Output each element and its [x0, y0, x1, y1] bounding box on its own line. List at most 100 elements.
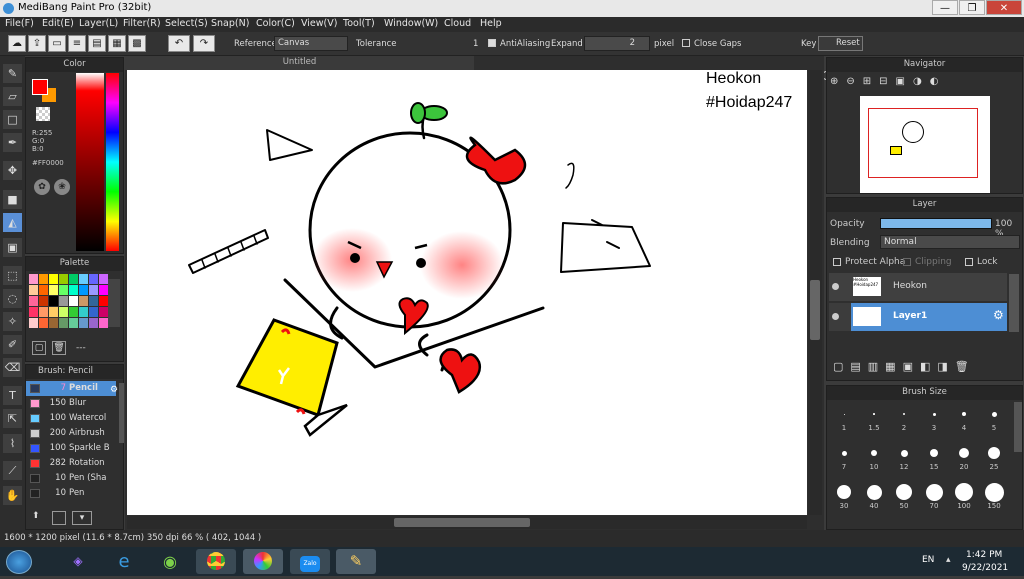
start-button-icon[interactable] [6, 550, 32, 574]
palette-swatch[interactable] [29, 318, 38, 328]
brush-size-option[interactable]: 50 [889, 482, 919, 510]
brush-item[interactable]: 200 Airbrush [26, 426, 116, 441]
menu-color[interactable]: Color(C) [256, 18, 295, 29]
palette-swatch[interactable] [49, 274, 58, 284]
brush-size-option[interactable]: 10 [859, 443, 889, 471]
palette-swatch[interactable] [69, 307, 78, 317]
palette-swatch[interactable] [49, 296, 58, 306]
eraser-tool-icon[interactable]: ▱ [3, 87, 22, 106]
brush-size-option[interactable]: 7 [829, 443, 859, 471]
menu-window[interactable]: Window(W) [384, 18, 438, 29]
brush-size-option[interactable]: 20 [949, 443, 979, 471]
palette-swatch[interactable] [39, 318, 48, 328]
brush-size-option[interactable]: 1 [829, 404, 859, 432]
brush-size-option[interactable]: 70 [919, 482, 949, 510]
horizontal-scroll-thumb[interactable] [394, 518, 530, 527]
document-icon[interactable]: ▤ [88, 35, 106, 52]
vertical-scroll-thumb[interactable] [810, 280, 820, 340]
brush-size-option[interactable]: 30 [829, 482, 859, 510]
material-icon[interactable]: ▦ [108, 35, 126, 52]
expand-input[interactable]: 2 [584, 36, 650, 51]
brush-size-option[interactable]: 4 [949, 404, 979, 432]
antialias-checkbox[interactable] [488, 39, 496, 47]
grid-icon[interactable]: ▩ [128, 35, 146, 52]
brush-size-option[interactable]: 2 [889, 404, 919, 432]
select-eraser-tool-icon[interactable]: ⌫ [3, 358, 22, 377]
brush-size-option[interactable]: 3 [919, 404, 949, 432]
layer-scrollbar[interactable] [1009, 274, 1019, 332]
layer-row-layer1[interactable]: Layer1 ⚙ [829, 303, 1007, 331]
palette-scrollbar[interactable] [108, 279, 120, 327]
clock-time[interactable]: 1:42 PM [966, 550, 1002, 560]
palette-swatch[interactable] [49, 318, 58, 328]
hand-tool-icon[interactable]: ✋ [3, 486, 22, 505]
color-set-icon[interactable]: ❀ [54, 179, 70, 195]
palette-swatch[interactable] [79, 274, 88, 284]
redo-icon[interactable]: ↷ [193, 35, 215, 52]
transparent-color-swatch[interactable] [36, 107, 50, 121]
palette-swatch[interactable] [79, 296, 88, 306]
clipping-checkbox[interactable] [903, 258, 911, 266]
reference-select[interactable]: Canvas [274, 36, 348, 51]
navigator-thumbnail[interactable] [860, 96, 990, 193]
menu-edit[interactable]: Edit(E) [42, 18, 74, 29]
add-brush-icon[interactable]: ⬆ [32, 511, 46, 525]
brush-settings-gear-icon[interactable]: ⚙ [110, 385, 118, 395]
share-icon[interactable]: ⇪ [28, 35, 46, 52]
zalo-icon[interactable]: Zalo [290, 549, 330, 574]
medibang-taskbar-icon[interactable]: ✎ [336, 549, 376, 574]
palette-swatch[interactable] [29, 296, 38, 306]
fill-shape-tool-icon[interactable]: ■ [3, 190, 22, 209]
menu-view[interactable]: View(V) [301, 18, 337, 29]
restore-button[interactable]: ❐ [959, 0, 985, 15]
brush-size-option[interactable]: 25 [979, 443, 1009, 471]
palette-swatch[interactable] [39, 296, 48, 306]
color-picker-app-icon[interactable] [243, 549, 283, 574]
menu-file[interactable]: File(F) [5, 18, 34, 29]
color-wheel-icon[interactable]: ✿ [34, 179, 50, 195]
menu-layer[interactable]: Layer(L) [79, 18, 118, 29]
lock-checkbox[interactable] [965, 258, 973, 266]
palette-swatch[interactable] [29, 274, 38, 284]
internet-explorer-icon[interactable]: e [104, 549, 144, 574]
palette-swatch[interactable] [59, 307, 68, 317]
palette-swatch[interactable] [39, 274, 48, 284]
layer-row-heokon[interactable]: Heokon #Hoidap247 Heokon [829, 273, 1007, 301]
brush-menu-icon[interactable]: ▾ [72, 511, 92, 525]
menu-filter[interactable]: Filter(R) [123, 18, 161, 29]
palette-swatch[interactable] [49, 307, 58, 317]
palette-swatch[interactable] [39, 285, 48, 295]
brush-item[interactable]: 100 Watercol [26, 411, 116, 426]
palette-swatch[interactable] [89, 307, 98, 317]
palette-swatch[interactable] [79, 285, 88, 295]
opacity-slider[interactable] [880, 218, 992, 229]
new-palette-icon[interactable]: ▢ [32, 341, 46, 355]
brush-size-option[interactable]: 15 [919, 443, 949, 471]
palette-swatch[interactable] [59, 318, 68, 328]
brush-item[interactable]: 282 Rotation [26, 456, 116, 471]
saturation-brightness-field[interactable] [76, 73, 104, 251]
bucket-tool-icon[interactable]: ◭ [3, 213, 22, 232]
comment-icon[interactable]: ▭ [48, 35, 66, 52]
palette-swatch[interactable] [59, 285, 68, 295]
magic-wand-tool-icon[interactable]: ✧ [3, 312, 22, 331]
note-icon[interactable]: ≡ [68, 35, 86, 52]
brush-size-option[interactable]: 1.5 [859, 404, 889, 432]
palette-swatch[interactable] [69, 318, 78, 328]
tray-arrow-icon[interactable]: ▴ [946, 555, 951, 565]
brush-scrollbar[interactable] [119, 383, 124, 443]
palette-swatch[interactable] [59, 296, 68, 306]
new-brush-icon[interactable] [52, 511, 66, 525]
menu-select[interactable]: Select(S) [165, 18, 208, 29]
layer-action-icons[interactable]: ▢▤▥▦▣◧◨🗑 [833, 360, 1003, 376]
menu-tool[interactable]: Tool(T) [343, 18, 375, 29]
text-tool-icon[interactable]: T [3, 386, 22, 405]
palette-swatch[interactable] [89, 318, 98, 328]
operation-tool-icon[interactable]: ⇱ [3, 409, 22, 428]
palette-swatch[interactable] [89, 274, 98, 284]
palette-more[interactable]: --- [76, 343, 86, 353]
brush-size-option[interactable]: 100 [949, 482, 979, 510]
drawing-canvas[interactable]: Heokon #Hoidap247 [127, 70, 807, 515]
palette-swatch[interactable] [29, 307, 38, 317]
protect-alpha-checkbox[interactable] [833, 258, 841, 266]
